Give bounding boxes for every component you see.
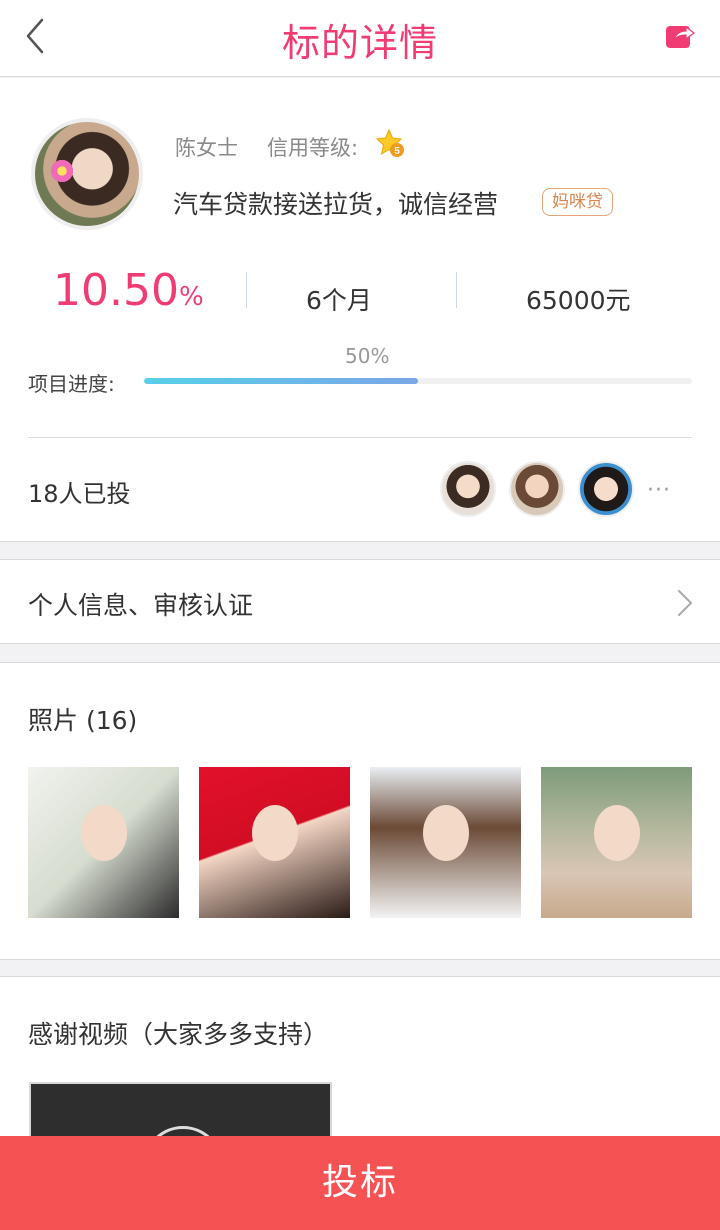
credit-level-value: 5 xyxy=(394,146,400,157)
photo-thumbnail[interactable] xyxy=(28,767,179,918)
photo-face xyxy=(80,804,127,861)
top-bar: 标的详情 xyxy=(0,0,720,77)
loan-term: 6个月 xyxy=(306,286,372,315)
progress-percent: 50% xyxy=(345,344,390,368)
interest-rate-unit: % xyxy=(178,282,204,312)
photos-label: 照片 (16) xyxy=(28,706,138,735)
credit-star-icon: 5 xyxy=(375,128,404,157)
photo-thumbnail[interactable] xyxy=(199,767,350,918)
product-tag: 妈咪贷 xyxy=(542,188,613,216)
photo-thumbnail[interactable] xyxy=(370,767,521,918)
video-label: 感谢视频（大家多多支持） xyxy=(28,1020,329,1049)
photo-thumbnail[interactable] xyxy=(541,767,692,918)
page-title: 标的详情 xyxy=(281,21,438,65)
credit-level-label: 信用等级: xyxy=(267,136,359,160)
photo-face xyxy=(251,804,298,861)
photos-section: 照片 (16) xyxy=(0,662,720,960)
more-investors-icon[interactable]: ··· xyxy=(647,478,671,503)
borrower-name: 陈女士 xyxy=(175,136,238,160)
flower-decoration xyxy=(49,158,75,184)
stat-divider xyxy=(456,272,457,308)
invest-button[interactable]: 投标 xyxy=(0,1136,720,1230)
share-icon xyxy=(666,25,695,48)
progress-label: 项目进度: xyxy=(28,372,115,396)
stat-divider xyxy=(246,272,247,308)
personal-info-row[interactable]: 个人信息、审核认证 xyxy=(0,559,720,644)
investor-avatar[interactable] xyxy=(578,461,634,517)
personal-info-label: 个人信息、审核认证 xyxy=(28,591,254,620)
investor-avatar[interactable] xyxy=(509,461,565,517)
loan-headline: 汽车贷款接送拉货，诚信经营 xyxy=(173,190,499,219)
loan-amount: 65000元 xyxy=(526,286,631,315)
chevron-right-icon xyxy=(678,590,692,616)
investor-avatar[interactable] xyxy=(440,461,496,517)
share-button[interactable] xyxy=(664,20,696,52)
divider xyxy=(28,437,692,438)
investor-count[interactable]: 18人已投 xyxy=(28,474,131,509)
interest-rate-value: 10.50 xyxy=(53,265,179,316)
borrower-avatar[interactable] xyxy=(31,118,143,230)
interest-rate: 10.50% xyxy=(53,265,204,316)
progress-bar xyxy=(144,378,692,384)
photo-face xyxy=(422,804,469,861)
progress-fill xyxy=(144,378,418,384)
photo-face xyxy=(593,804,640,861)
